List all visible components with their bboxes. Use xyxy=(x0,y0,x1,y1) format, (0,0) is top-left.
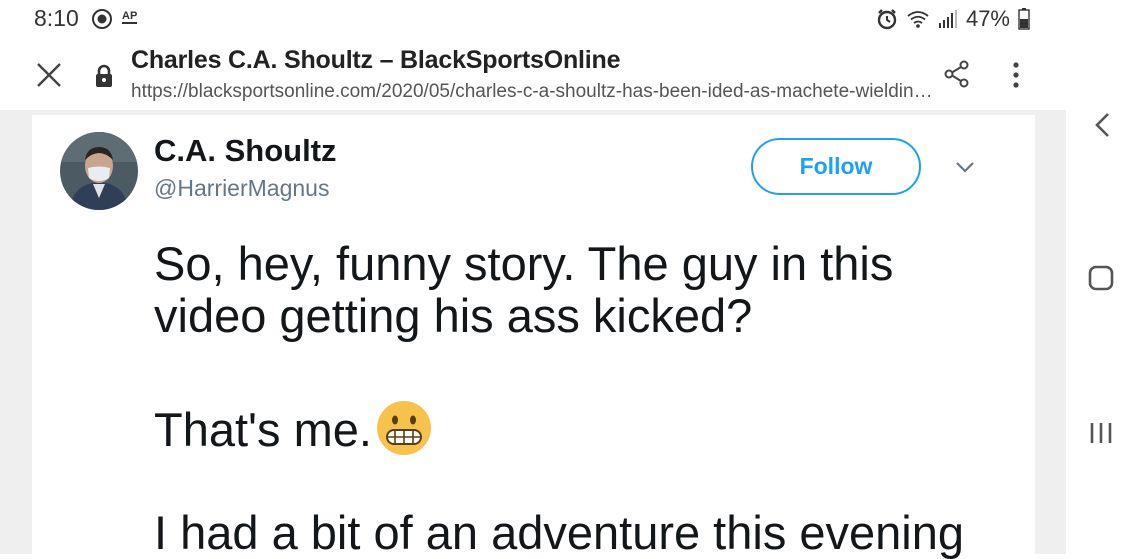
tweet-display-name[interactable]: C.A. Shoultz xyxy=(154,133,337,169)
battery-icon xyxy=(1018,8,1030,30)
page-title: Charles C.A. Shoultz – BlackSportsOnline xyxy=(131,46,621,74)
tweet-text-line-4: I had a bit of an adventure this evening xyxy=(154,506,965,559)
alarm-icon xyxy=(877,9,897,30)
tweet-handle[interactable]: @HarrierMagnus xyxy=(154,175,329,202)
grimacing-face-emoji xyxy=(376,401,431,455)
status-time: 8:10 xyxy=(34,5,79,31)
status-bar: 8:10 AP 47% xyxy=(0,0,1066,38)
home-icon[interactable] xyxy=(1088,265,1114,291)
follow-button[interactable]: Follow xyxy=(751,138,921,195)
recents-icon[interactable] xyxy=(1088,421,1114,445)
avatar-image xyxy=(60,132,138,210)
browser-toolbar: Charles C.A. Shoultz – BlackSportsOnline… xyxy=(0,38,1066,110)
avatar[interactable] xyxy=(60,132,138,210)
signal-icon xyxy=(938,10,957,28)
page-url[interactable]: https://blacksportsonline.com/2020/05/ch… xyxy=(131,81,941,103)
wifi-icon xyxy=(907,11,929,28)
tweet-text-line-2: video getting his ass kicked? xyxy=(154,289,753,342)
status-indicators: 47% xyxy=(876,6,1030,32)
tweet-text-line-1: So, hey, funny story. The guy in this xyxy=(154,237,894,290)
tweet-card: C.A. Shoultz @HarrierMagnus Follow So, h… xyxy=(32,115,1035,559)
chevron-down-icon[interactable] xyxy=(954,159,976,175)
battery-percent: 47% xyxy=(965,6,1010,31)
lock-icon xyxy=(96,64,112,87)
close-icon[interactable] xyxy=(34,60,64,90)
back-chevron-icon[interactable] xyxy=(1093,112,1111,138)
eye-icon xyxy=(92,9,112,29)
more-vert-icon[interactable] xyxy=(1006,60,1026,90)
page-content: C.A. Shoultz @HarrierMagnus Follow So, h… xyxy=(0,110,1066,559)
tweet-text-line-3: That's me. xyxy=(154,400,432,456)
ap-news-icon: AP xyxy=(122,10,138,24)
tweet-text-line-3-text: That's me. xyxy=(154,403,372,456)
share-icon[interactable] xyxy=(944,60,970,88)
